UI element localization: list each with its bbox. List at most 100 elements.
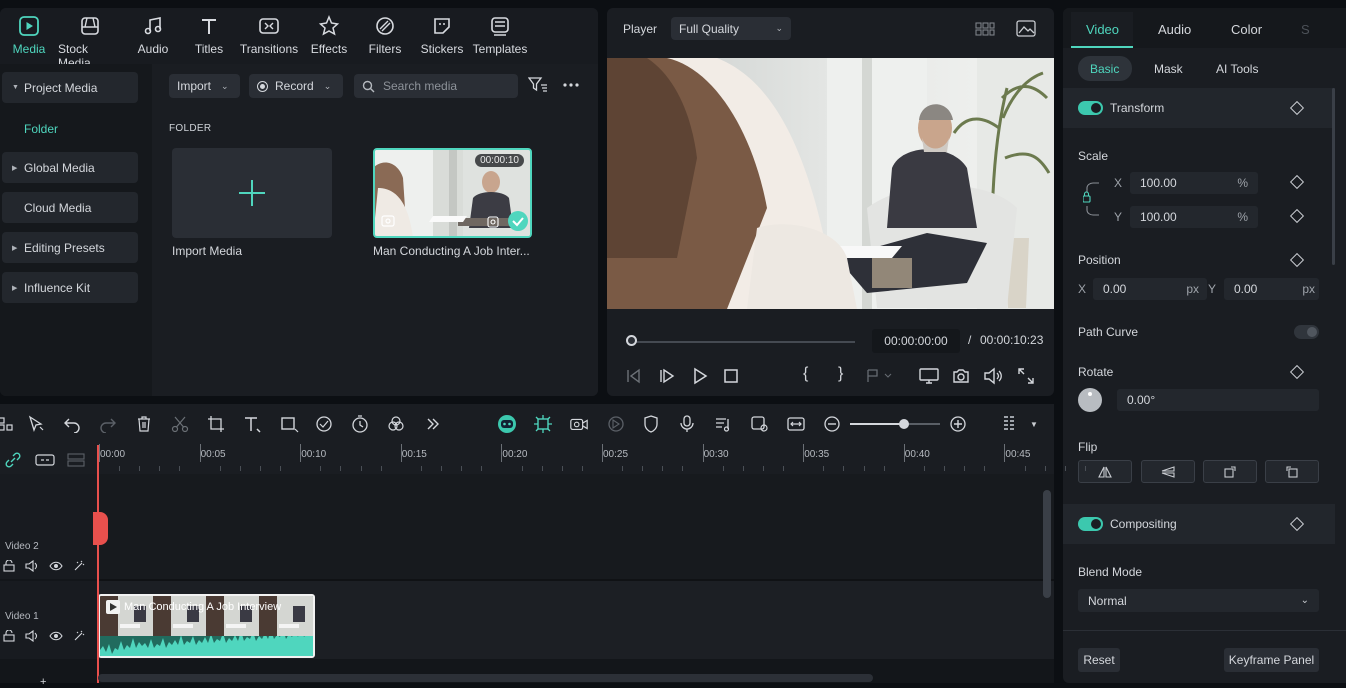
snapshot-camera-icon[interactable] bbox=[952, 367, 970, 385]
sidebar-item-influence-kit[interactable]: ▶ Influence Kit bbox=[2, 272, 138, 303]
reset-button[interactable]: Reset bbox=[1078, 648, 1120, 672]
position-y-input[interactable]: 0.00 px bbox=[1224, 278, 1319, 300]
toolbar-effects[interactable]: Effects bbox=[304, 8, 354, 64]
media-settings-icon[interactable] bbox=[750, 414, 770, 434]
effects-circles-icon[interactable] bbox=[386, 414, 406, 434]
tab-audio[interactable]: Audio bbox=[1158, 22, 1191, 37]
scale-x-input[interactable]: 100.00% bbox=[1130, 172, 1258, 194]
lock-icon[interactable] bbox=[3, 560, 15, 572]
record-dropdown[interactable]: Record ⌄ bbox=[249, 74, 343, 98]
playhead[interactable] bbox=[97, 445, 99, 683]
tab-speed[interactable]: S bbox=[1301, 22, 1310, 37]
import-dropdown[interactable]: Import ⌄ bbox=[169, 74, 240, 98]
tab-video[interactable]: Video bbox=[1086, 22, 1119, 37]
sidebar-item-editing-presets[interactable]: ▶ Editing Presets bbox=[2, 232, 138, 263]
undo-icon[interactable] bbox=[62, 414, 82, 434]
current-time-display[interactable]: 00:00:00:00 bbox=[872, 329, 960, 353]
shape-rectangle-icon[interactable] bbox=[280, 414, 300, 434]
eye-icon[interactable] bbox=[49, 630, 63, 642]
zoom-out-icon[interactable] bbox=[822, 414, 842, 434]
transform-section-header[interactable]: Transform bbox=[1063, 88, 1335, 128]
audio-settings-icon[interactable] bbox=[713, 414, 733, 434]
scale-link-icon[interactable] bbox=[1083, 180, 1105, 218]
play-icon[interactable] bbox=[691, 367, 709, 385]
sidebar-item-project-media[interactable]: ▼ Project Media bbox=[2, 72, 138, 103]
image-snapshot-icon[interactable] bbox=[1016, 20, 1036, 37]
track-add-icon[interactable] bbox=[35, 453, 55, 467]
video-record-icon[interactable] bbox=[569, 414, 589, 434]
toolbar-filters[interactable]: Filters bbox=[354, 8, 416, 64]
filter-sort-icon[interactable] bbox=[528, 76, 548, 94]
microphone-icon[interactable] bbox=[677, 414, 697, 434]
keyframe-diamond-icon[interactable] bbox=[1289, 174, 1305, 190]
rotate-dial[interactable] bbox=[1078, 388, 1102, 412]
playback-progress-track[interactable] bbox=[627, 341, 855, 343]
toolbar-titles[interactable]: Titles bbox=[184, 8, 234, 64]
subtab-ai-tools[interactable]: AI Tools bbox=[1216, 62, 1258, 76]
link-icon[interactable] bbox=[4, 452, 22, 468]
delete-trash-icon[interactable] bbox=[134, 414, 154, 434]
fit-width-icon[interactable] bbox=[786, 414, 806, 434]
cut-scissors-icon[interactable] bbox=[170, 414, 190, 434]
subtab-basic[interactable]: Basic bbox=[1090, 62, 1119, 76]
zoom-slider-handle[interactable] bbox=[899, 419, 909, 429]
keyframe-diamond-icon[interactable] bbox=[1289, 516, 1305, 532]
track-manager-icon[interactable] bbox=[67, 453, 85, 467]
timeline-vertical-scrollbar[interactable] bbox=[1043, 490, 1051, 598]
ai-assistant-robot-icon[interactable] bbox=[497, 414, 517, 434]
crop-icon[interactable] bbox=[206, 414, 226, 434]
path-curve-toggle[interactable] bbox=[1294, 325, 1319, 339]
timeline-ruler[interactable]: 00:00 00:05 00:10 00:15 00:20 00:25 00:30 00:35… bbox=[97, 444, 1086, 474]
magic-wand-icon[interactable] bbox=[73, 630, 85, 642]
layout-grid-icon[interactable] bbox=[0, 414, 16, 434]
volume-icon[interactable] bbox=[983, 367, 1003, 385]
select-cursor-icon[interactable] bbox=[26, 414, 46, 434]
keyframe-diamond-icon[interactable] bbox=[1289, 208, 1305, 224]
speed-clock-icon[interactable] bbox=[351, 414, 371, 434]
sidebar-item-global-media[interactable]: ▶ Global Media bbox=[2, 152, 138, 183]
toolbar-templates[interactable]: Templates bbox=[468, 8, 532, 64]
display-monitor-icon[interactable] bbox=[919, 367, 939, 385]
more-options-icon[interactable] bbox=[562, 76, 580, 94]
toolbar-media[interactable]: Media bbox=[0, 8, 58, 64]
add-track-plus-icon[interactable]: + bbox=[40, 676, 46, 688]
search-media-input[interactable]: Search media bbox=[354, 74, 518, 98]
position-x-input[interactable]: 0.00 px bbox=[1093, 278, 1207, 300]
lock-icon[interactable] bbox=[3, 630, 15, 642]
toolbar-stock-media[interactable]: Stock Media bbox=[58, 8, 122, 70]
play-forward-frame-icon[interactable] bbox=[658, 367, 676, 385]
track-lane-video2[interactable] bbox=[97, 474, 1054, 579]
speaker-icon[interactable] bbox=[25, 630, 39, 642]
media-clip-thumbnail[interactable]: 00:00:10 bbox=[373, 148, 532, 238]
playhead-handle[interactable] bbox=[93, 512, 108, 545]
rotate-left-button[interactable] bbox=[1265, 460, 1319, 483]
fullscreen-icon[interactable] bbox=[1017, 367, 1035, 385]
zoom-in-icon[interactable] bbox=[948, 414, 968, 434]
color-match-icon[interactable] bbox=[315, 414, 335, 434]
mark-in-icon[interactable]: { bbox=[803, 365, 808, 383]
quality-dropdown[interactable]: Full Quality ⌄ bbox=[671, 17, 791, 40]
import-media-card[interactable] bbox=[172, 148, 332, 238]
video-preview[interactable] bbox=[607, 58, 1054, 309]
timeline-horizontal-scrollbar[interactable] bbox=[98, 674, 873, 682]
speaker-icon[interactable] bbox=[25, 560, 39, 572]
keyframe-panel-button[interactable]: Keyframe Panel bbox=[1224, 648, 1319, 672]
subtab-mask[interactable]: Mask bbox=[1154, 62, 1183, 76]
text-tool-icon[interactable] bbox=[243, 414, 263, 434]
scale-y-input[interactable]: 100.00% bbox=[1130, 206, 1258, 228]
compositing-toggle[interactable] bbox=[1078, 517, 1103, 531]
rotate-input[interactable]: 0.00° bbox=[1117, 389, 1319, 411]
grid-view-icon[interactable] bbox=[975, 21, 995, 37]
timeline-grid-icon[interactable] bbox=[1000, 414, 1020, 434]
toolbar-audio[interactable]: Audio bbox=[122, 8, 184, 64]
compositing-section-header[interactable]: Compositing bbox=[1063, 504, 1335, 544]
stop-icon[interactable] bbox=[722, 367, 740, 385]
playback-progress-handle[interactable] bbox=[626, 335, 637, 346]
eye-icon[interactable] bbox=[49, 560, 63, 572]
mark-out-icon[interactable]: } bbox=[838, 365, 843, 383]
blend-mode-select[interactable]: Normal ⌄ bbox=[1078, 589, 1319, 612]
sidebar-item-cloud-media[interactable]: Cloud Media bbox=[2, 192, 138, 223]
flip-horizontal-button[interactable] bbox=[1078, 460, 1132, 483]
sync-disabled-icon[interactable] bbox=[606, 414, 626, 434]
flip-vertical-button[interactable] bbox=[1141, 460, 1195, 483]
